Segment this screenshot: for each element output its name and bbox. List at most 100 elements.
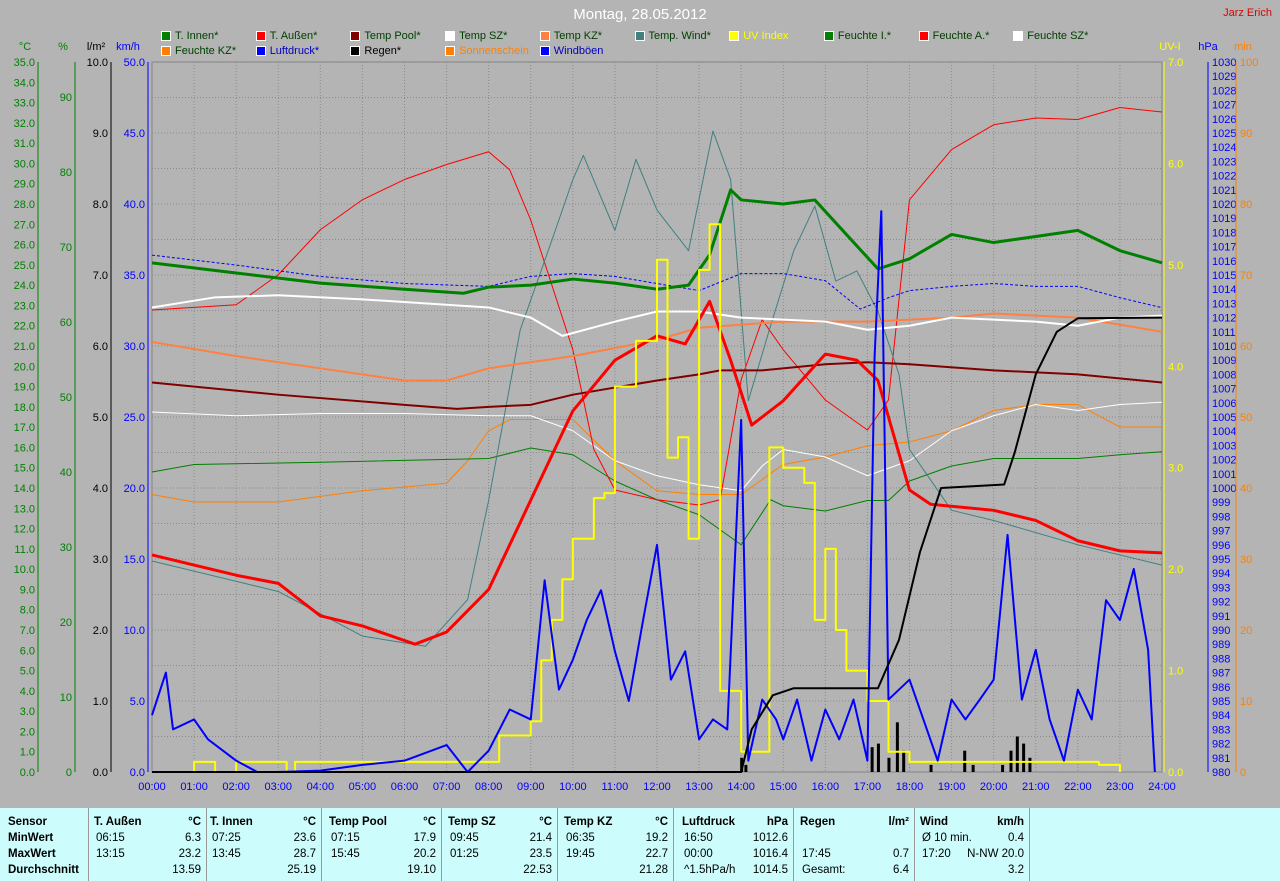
y-tick-label-pct: 60 [60,317,72,329]
y-tick-label-uv: 4.0 [1168,361,1183,373]
y-tick-label-hpa: 1006 [1212,398,1236,410]
row-header: MaxWert [8,848,56,860]
cell-time: 00:00 [684,848,713,860]
legend-label: Feuchte SZ* [1027,30,1089,42]
y-tick-label-lm2: 7.0 [93,270,108,282]
y-tick-label-lm2: 1.0 [93,696,108,708]
x-tick-label: 12:00 [643,781,671,793]
y-tick-label-min: 70 [1240,270,1252,282]
column-divider [1029,808,1030,881]
y-tick-label-kmh: 45.0 [124,128,145,140]
cell-value: 3.2 [1008,864,1024,876]
cell-time: 07:25 [212,832,241,844]
legend-swatch [255,31,266,41]
y-tick-label-C: 12.0 [14,524,35,536]
legend-item: Temp. Wind* [634,30,711,42]
author-label: Jarz Erich [1223,7,1272,19]
y-tick-label-hpa: 1019 [1212,213,1236,225]
y-tick-label-C: 8.0 [20,605,35,617]
rain-bar [902,750,906,772]
y-tick-label-C: 14.0 [14,483,35,495]
y-tick-label-hpa: 1005 [1212,412,1236,424]
column-unit: km/h [997,816,1024,828]
y-tick-label-hpa: 1022 [1212,171,1236,183]
y-tick-label-uv: 1.0 [1168,666,1183,678]
y-tick-label-C: 27.0 [14,219,35,231]
y-tick-label-kmh: 40.0 [124,199,145,211]
column-divider [914,808,915,881]
legend-item: Temp KZ* [539,30,603,42]
y-tick-label-hpa: 994 [1212,568,1230,580]
legend-item: Windböen [539,45,603,57]
y-tick-label-lm2: 10.0 [87,57,108,69]
legend-swatch [823,31,834,41]
column-unit: °C [423,816,436,828]
y-tick-label-hpa: 981 [1212,753,1230,765]
y-tick-label-hpa: 1011 [1212,327,1236,339]
legend-swatch [445,31,456,41]
cell-value: 1016.4 [752,848,788,860]
legend-label: Temp KZ* [553,30,603,42]
rain-bar [1015,736,1019,772]
y-tick-label-C: 29.0 [14,179,35,191]
y-tick-label-hpa: 1017 [1212,242,1236,254]
cell-value: 1014.5 [752,864,788,876]
y-tick-label-C: 28.0 [14,199,35,211]
y-tick-label-min: 50 [1240,412,1252,424]
y-tick-label-C: 30.0 [14,158,35,170]
y-tick-label-hpa: 980 [1212,767,1230,779]
x-tick-label: 15:00 [769,781,797,793]
y-tick-label-hpa: 1030 [1212,57,1236,69]
y-tick-label-hpa: 1012 [1212,313,1236,325]
column-divider [673,808,674,881]
column-divider [441,808,442,881]
y-tick-label-C: 1.0 [20,747,35,759]
y-tick-label-hpa: 1018 [1212,227,1236,239]
x-tick-label: 06:00 [391,781,419,793]
legend-swatch [161,31,171,41]
y-tick-label-kmh: 20.0 [124,483,145,495]
y-tick-label-hpa: 1028 [1212,85,1236,97]
legend-item: Regen* [350,45,401,57]
x-tick-label: 00:00 [138,781,166,793]
rain-bar [1001,764,1005,772]
row-header: MinWert [8,832,54,844]
y-tick-label-lm2: 9.0 [93,128,108,140]
cell-value: 20.2 [413,848,436,860]
cell-time: 13:15 [96,848,125,860]
y-tick-label-hpa: 988 [1212,653,1230,665]
y-tick-label-hpa: 985 [1212,696,1230,708]
y-tick-label-min: 30 [1240,554,1252,566]
y-tick-label-min: 80 [1240,199,1252,211]
legend-label: Luftdruck* [269,45,320,57]
y-tick-label-uv: 0.0 [1168,767,1183,779]
y-tick-label-lm2: 3.0 [93,554,108,566]
cell-value: 6.4 [893,864,909,876]
rain-bar [971,764,975,772]
x-tick-label: 09:00 [517,781,545,793]
y-tick-label-pct: 80 [60,167,72,179]
cell-time: 19:45 [566,848,595,860]
y-tick-label-uv: 5.0 [1168,260,1183,272]
y-tick-label-C: 24.0 [14,280,35,292]
legend-swatch [255,46,266,56]
y-tick-label-hpa: 1020 [1212,199,1236,211]
cell-value: 23.2 [178,848,201,860]
y-tick-label-uv: 6.0 [1168,158,1183,170]
y-tick-label-hpa: 998 [1212,511,1230,523]
y-tick-label-C: 18.0 [14,402,35,414]
y-tick-label-min: 90 [1240,128,1252,140]
column-divider [321,808,322,881]
cell-time: 09:45 [450,832,479,844]
y-tick-label-lm2: 6.0 [93,341,108,353]
legend-item: UV Index [729,30,788,42]
x-tick-label: 22:00 [1064,781,1092,793]
y-tick-label-hpa: 1008 [1212,369,1236,381]
y-tick-label-hpa: 993 [1212,582,1230,594]
y-tick-label-C: 6.0 [20,645,35,657]
cell-value: 13.59 [172,864,201,876]
y-tick-label-hpa: 1013 [1212,298,1236,310]
y-tick-label-uv: 2.0 [1168,564,1183,576]
column-header: T. Außen [94,816,142,828]
legend-label: Regen* [364,45,402,57]
